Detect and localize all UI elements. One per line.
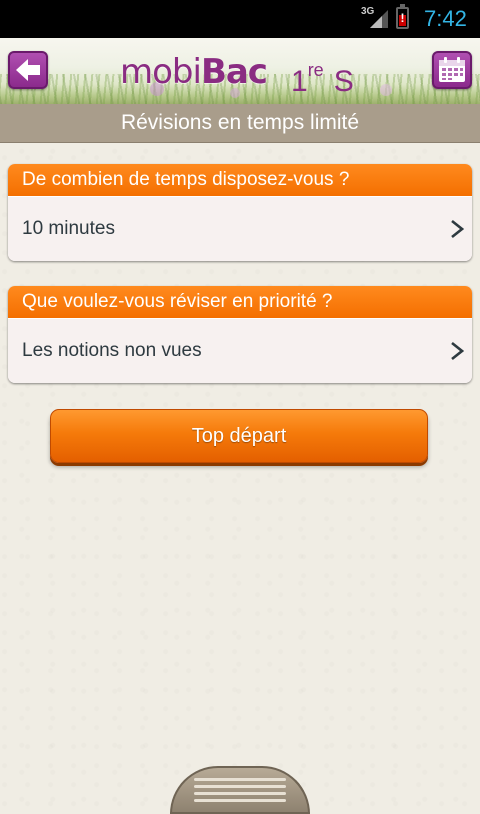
priority-selector[interactable]: Les notions non vues [8, 318, 472, 383]
back-arrow-icon [16, 59, 40, 81]
calendar-icon [439, 57, 465, 82]
calendar-button[interactable] [432, 51, 472, 89]
duration-selector[interactable]: 10 minutes [8, 196, 472, 261]
logo-text-light: mobi [120, 52, 202, 92]
duration-card[interactable]: De combien de temps disposez-vous ? 10 m… [8, 164, 472, 261]
app-logo: mobiBac [120, 52, 268, 92]
back-button[interactable] [8, 51, 48, 89]
chevron-right-icon [451, 219, 464, 239]
drawer-handle-icon[interactable] [170, 766, 310, 814]
logo-text-bold: Bac [200, 52, 268, 92]
priority-question: Que voulez-vous réviser en priorité ? [8, 286, 472, 318]
signal-icon [370, 10, 388, 28]
priority-card[interactable]: Que voulez-vous réviser en priorité ? Le… [8, 286, 472, 383]
page-title: Révisions en temps limité [0, 104, 480, 143]
battery-icon: ! [396, 4, 409, 29]
start-button[interactable]: Top départ [50, 409, 428, 463]
level-series: S [333, 65, 354, 98]
level-superscript: re [307, 60, 324, 80]
status-bar: 3G ! 7:42 [0, 0, 480, 38]
chevron-right-icon [451, 341, 464, 361]
battery-alert: ! [400, 11, 405, 25]
status-clock: 7:42 [424, 6, 467, 31]
duration-question: De combien de temps disposez-vous ? [8, 164, 472, 196]
duration-value: 10 minutes [22, 218, 115, 239]
app-header: mobiBac 1re S [0, 38, 480, 104]
level-number: 1 [291, 65, 308, 98]
priority-value: Les notions non vues [22, 340, 202, 361]
level-label: 1re S [291, 54, 354, 98]
